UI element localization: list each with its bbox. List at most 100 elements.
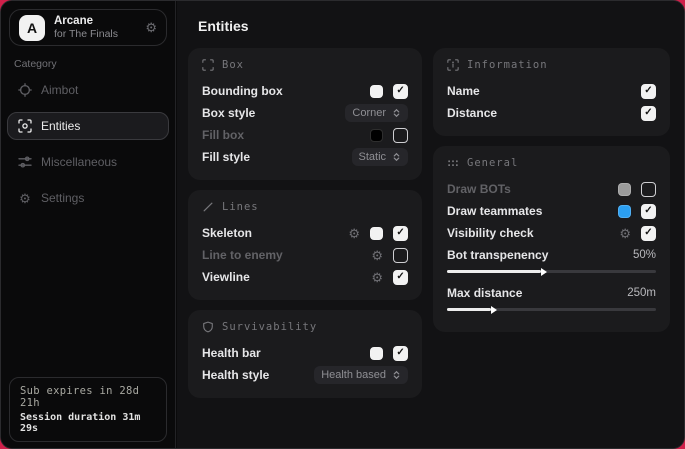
setting-row-visibility-check: Visibility check ⚙ ✓ [447,222,656,244]
subscription-info: Sub expires in 28d 21h Session duration … [9,377,167,442]
gear-icon[interactable]: ⚙ [145,20,157,36]
bot-transparency-slider[interactable] [447,270,656,273]
setting-row-fill-style: Fill style Static [202,146,408,168]
checkbox[interactable]: ✓ [393,84,408,99]
card-box: Box Bounding box ✓ Box style Corner [188,48,422,180]
check-icon: ✓ [396,86,404,96]
grid-dots-icon [447,157,459,169]
gear-icon[interactable]: ⚙ [619,227,631,240]
setting-label: Draw teammates [447,204,542,218]
color-swatch[interactable] [370,129,383,142]
setting-label: Box style [202,106,255,120]
shield-icon [202,321,214,333]
sidebar-item-entities[interactable]: Entities [7,112,169,140]
information-icon [447,59,459,71]
slider-value: 250m [627,287,656,299]
fill-style-select[interactable]: Static [352,148,409,166]
setting-row-viewline: Viewline ⚙ ✓ [202,266,408,288]
check-icon: ✓ [396,348,404,358]
section-title-general: General [467,157,518,169]
app-header-card: A Arcane for The Finals ⚙ [9,9,167,46]
checkbox[interactable]: ✓ [393,270,408,285]
slider-fill [447,308,491,311]
select-value: Corner [352,107,386,119]
chevron-updown-icon [392,152,401,162]
chevron-updown-icon [392,370,401,380]
setting-label: Bot transpenency [447,248,548,262]
checkbox[interactable]: ✓ [641,106,656,121]
card-survivability: Survivability Health bar ✓ Health style … [188,310,422,398]
color-swatch[interactable] [370,85,383,98]
section-title-survivability: Survivability [222,321,317,333]
box-style-select[interactable]: Corner [345,104,408,122]
setting-label: Skeleton [202,226,252,240]
checkbox[interactable]: ✓ [393,346,408,361]
app-logo: A [19,15,45,41]
section-title-box: Box [222,59,244,71]
gear-icon[interactable]: ⚙ [371,249,383,262]
check-icon: ✓ [396,228,404,238]
color-swatch[interactable] [618,205,631,218]
app-name: Arcane [54,15,136,28]
category-label: Category [14,58,175,70]
sidebar-item-settings[interactable]: ⚙ Settings [7,184,169,212]
card-general: General Draw BOTs ✓ Draw teammates [433,146,670,332]
gear-icon[interactable]: ⚙ [371,271,383,284]
sidebar-item-label: Settings [41,191,84,205]
max-distance-slider[interactable] [447,308,656,311]
setting-row-box-style: Box style Corner [202,102,408,124]
setting-row-health-bar: Health bar ✓ [202,342,408,364]
sidebar-item-label: Aimbot [41,83,78,97]
checkbox[interactable]: ✓ [641,204,656,219]
check-icon: ✓ [644,206,652,216]
setting-label: Viewline [202,270,250,284]
checkbox[interactable]: ✓ [393,248,408,263]
main-content: Entities Box [177,1,684,448]
checkbox[interactable]: ✓ [641,182,656,197]
section-title-information: Information [467,59,548,71]
select-value: Health based [321,369,386,381]
setting-label: Distance [447,106,497,120]
sliders-icon [18,155,32,169]
select-value: Static [359,151,387,163]
box-brackets-icon [202,59,214,71]
card-information: Information Name ✓ Distance ✓ [433,48,670,136]
sidebar-item-miscellaneous[interactable]: Miscellaneous [7,148,169,176]
setting-label: Draw BOTs [447,182,511,196]
setting-label: Line to enemy [202,248,283,262]
sidebar-item-aimbot[interactable]: Aimbot [7,76,169,104]
setting-label: Health bar [202,346,261,360]
checkbox[interactable]: ✓ [641,84,656,99]
slider-value: 50% [633,249,656,261]
setting-label: Bounding box [202,84,283,98]
check-icon: ✓ [644,86,652,96]
setting-row-fill-box: Fill box ✓ [202,124,408,146]
app-subtitle: for The Finals [54,28,136,40]
setting-row-bot-transparency: Bot transpenency 50% [447,244,656,266]
gear-icon[interactable]: ⚙ [348,227,360,240]
check-icon: ✓ [644,228,652,238]
sidebar-item-label: Entities [41,119,80,133]
section-title-lines: Lines [222,201,259,213]
app-window: A Arcane for The Finals ⚙ Category Aimbo… [0,0,685,449]
color-swatch[interactable] [370,227,383,240]
setting-row-line-to-enemy: Line to enemy ⚙ ✓ [202,244,408,266]
color-swatch[interactable] [618,183,631,196]
setting-row-distance: Distance ✓ [447,102,656,124]
health-style-select[interactable]: Health based [314,366,408,384]
checkbox[interactable]: ✓ [641,226,656,241]
checkbox[interactable]: ✓ [393,128,408,143]
diagonal-line-icon [202,201,214,213]
setting-row-max-distance: Max distance 250m [447,282,656,304]
page-title: Entities [198,18,670,34]
checkbox[interactable]: ✓ [393,226,408,241]
setting-row-draw-bots: Draw BOTs ✓ [447,178,656,200]
sidebar-item-label: Miscellaneous [41,155,117,169]
setting-label: Fill box [202,128,244,142]
setting-row-bounding-box: Bounding box ✓ [202,80,408,102]
setting-label: Max distance [447,286,522,300]
setting-label: Fill style [202,150,250,164]
crosshair-icon [18,83,32,97]
color-swatch[interactable] [370,347,383,360]
sub-expiry-text: Sub expires in 28d 21h [20,385,156,409]
